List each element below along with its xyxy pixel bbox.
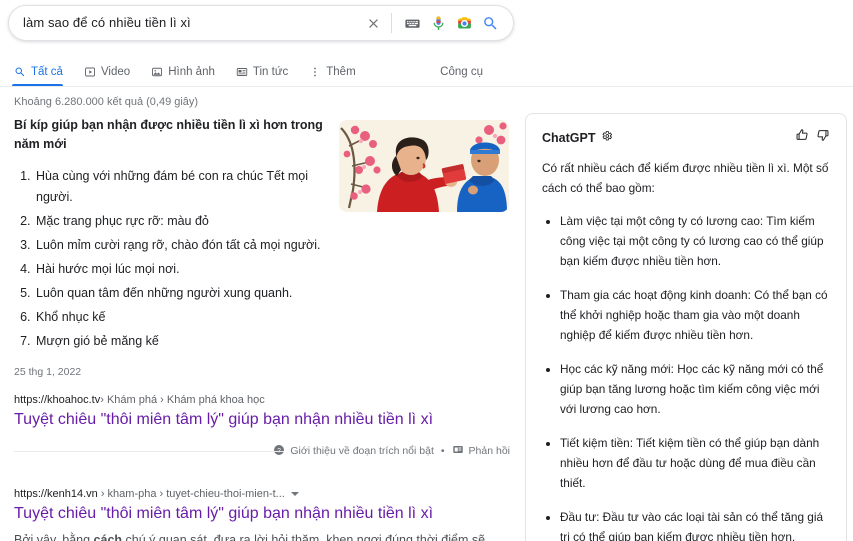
tab-label: Video bbox=[100, 65, 131, 78]
list-item: Mặc trang phục rực rỡ: màu đỏ bbox=[34, 211, 324, 232]
close-icon[interactable] bbox=[360, 10, 386, 36]
tab-label: Tất cả bbox=[31, 65, 63, 78]
chatgpt-title-group: ChatGPT bbox=[542, 129, 613, 147]
feedback-icon bbox=[452, 444, 464, 459]
search-bar-container: làm sao để có nhiều tiền lì xì bbox=[8, 5, 514, 41]
result-url-crumbs: › Khám phá › Khám phá khoa học bbox=[100, 394, 265, 406]
list-item: Học các kỹ năng mới: Học các kỹ năng mới… bbox=[560, 359, 830, 419]
tab-them[interactable]: Thêm bbox=[309, 56, 364, 87]
result2-url-crumbs: › kham-pha › tuyet-chieu-thoi-mien-t... bbox=[97, 488, 285, 500]
tab-tin-tuc[interactable]: Tin tức bbox=[236, 56, 297, 87]
snippet-bold-1: cách bbox=[93, 533, 123, 541]
tab-hinh-anh[interactable]: Hình ảnh bbox=[151, 56, 224, 87]
tools-button[interactable]: Công cụ bbox=[440, 56, 483, 87]
about-featured-snippet-button[interactable]: ? Giới thiệu về đoạn trích nổi bật bbox=[273, 444, 434, 459]
google-search-results-page: làm sao để có nhiều tiền lì xì Tất cả Vi… bbox=[0, 0, 853, 541]
list-item: Tiết kiệm tiền: Tiết kiệm tiền có thể gi… bbox=[560, 433, 830, 493]
tab-label: Hình ảnh bbox=[168, 65, 215, 78]
footer-rule bbox=[14, 451, 284, 452]
about-label: Giới thiệu về đoạn trích nổi bật bbox=[290, 445, 434, 457]
list-item: Hùa cùng với những đám bé con ra chúc Tế… bbox=[34, 166, 324, 208]
result2-snippet: Bởi vậy, bằng cách chú ý quan sát, đưa r… bbox=[14, 530, 510, 541]
list-item: Hài hước mọi lúc mọi nơi. bbox=[34, 259, 324, 280]
microphone-icon[interactable] bbox=[425, 10, 451, 36]
tab-video[interactable]: Video bbox=[84, 56, 139, 87]
image-icon bbox=[151, 66, 163, 78]
search-results-column: Bí kíp giúp bạn nhận được nhiều tiền lì … bbox=[14, 116, 510, 541]
google-lens-icon[interactable] bbox=[451, 10, 477, 36]
chatgpt-panel: ChatGPT Có rất nhiều cách để kiếm được n… bbox=[525, 113, 847, 541]
search-input[interactable]: làm sao để có nhiều tiền lì xì bbox=[23, 6, 360, 40]
tools-label: Công cụ bbox=[440, 65, 483, 78]
tab-label: Thêm bbox=[326, 65, 356, 78]
result-stats: Khoảng 6.280.000 kết quả (0,49 giây) bbox=[14, 96, 199, 108]
featured-snippet-thumbnail[interactable] bbox=[339, 120, 509, 212]
chatgpt-bullet-list: Làm việc tại một công ty có lương cao: T… bbox=[542, 211, 830, 541]
list-item: Luôn mỉm cười rạng rỡ, chào đón tất cả m… bbox=[34, 235, 324, 256]
featured-snippet-title: Bí kíp giúp bạn nhận được nhiều tiền lì … bbox=[14, 118, 323, 151]
list-item: Làm việc tại một công ty có lương cao: T… bbox=[560, 211, 830, 271]
chatgpt-feedback-actions bbox=[795, 128, 830, 147]
search-result-2: https://kenh14.vn › kham-pha › tuyet-chi… bbox=[14, 488, 510, 541]
search-bar[interactable]: làm sao để có nhiều tiền lì xì bbox=[8, 5, 514, 41]
tab-label: Tin tức bbox=[252, 65, 289, 78]
chevron-down-icon[interactable] bbox=[290, 492, 299, 496]
list-item: Tham gia các hoạt động kinh doanh: Có th… bbox=[560, 285, 830, 345]
gear-icon[interactable] bbox=[601, 129, 613, 147]
snippet-text-1: Bởi vậy, bằng bbox=[14, 533, 94, 541]
result-url-host: https://khoahoc.tv bbox=[14, 394, 101, 406]
search-icon[interactable] bbox=[477, 10, 503, 36]
list-item: Luôn quan tâm đến những người xung quanh… bbox=[34, 283, 324, 304]
list-item: Đầu tư: Đầu tư vào các loại tài sản có t… bbox=[560, 507, 830, 541]
result-title-link[interactable]: Tuyệt chiêu "thôi miên tâm lý" giúp bạn … bbox=[14, 409, 510, 431]
chatgpt-title: ChatGPT bbox=[542, 130, 596, 145]
video-icon bbox=[84, 66, 96, 78]
result-url-breadcrumb[interactable]: https://khoahoc.tv › Khám phá › Khám phá… bbox=[14, 394, 510, 406]
feedback-label: Phản hồi bbox=[468, 445, 510, 457]
footer-separator: • bbox=[440, 445, 445, 457]
keyboard-icon[interactable] bbox=[399, 10, 425, 36]
tab-tat-ca[interactable]: Tất cả bbox=[12, 56, 72, 87]
result2-url-host: https://kenh14.vn bbox=[14, 488, 98, 500]
chatgpt-header: ChatGPT bbox=[542, 128, 830, 147]
list-item: Mượn gió bẻ măng kế bbox=[34, 331, 324, 352]
featured-snippet-footer: ? Giới thiệu về đoạn trích nổi bật • Phả… bbox=[14, 442, 510, 460]
news-icon bbox=[236, 66, 248, 78]
more-vertical-icon bbox=[309, 66, 321, 78]
search-bar-divider bbox=[391, 13, 392, 33]
chatgpt-response-body: Có rất nhiều cách để kiếm được nhiều tiề… bbox=[542, 158, 830, 541]
result2-title-link[interactable]: Tuyệt chiêu "thôi miên tâm lý" giúp bạn … bbox=[14, 503, 510, 525]
search-nav-tabs: Tất cả Video Hình ảnh Tin tức Thêm Công … bbox=[0, 56, 853, 87]
result2-url-breadcrumb[interactable]: https://kenh14.vn › kham-pha › tuyet-chi… bbox=[14, 488, 510, 500]
feedback-button[interactable]: Phản hồi bbox=[452, 444, 510, 459]
search-icon bbox=[14, 66, 26, 78]
nav-divider bbox=[0, 86, 853, 87]
chatgpt-intro: Có rất nhiều cách để kiếm được nhiều tiề… bbox=[542, 161, 829, 195]
thumbs-down-icon[interactable] bbox=[816, 128, 830, 147]
list-item: Khổ nhục kế bbox=[34, 307, 324, 328]
featured-snippet-list: Hùa cùng với những đám bé con ra chúc Tế… bbox=[14, 166, 324, 352]
featured-snippet-date: 25 thg 1, 2022 bbox=[14, 366, 82, 378]
thumbs-up-icon[interactable] bbox=[795, 128, 809, 147]
